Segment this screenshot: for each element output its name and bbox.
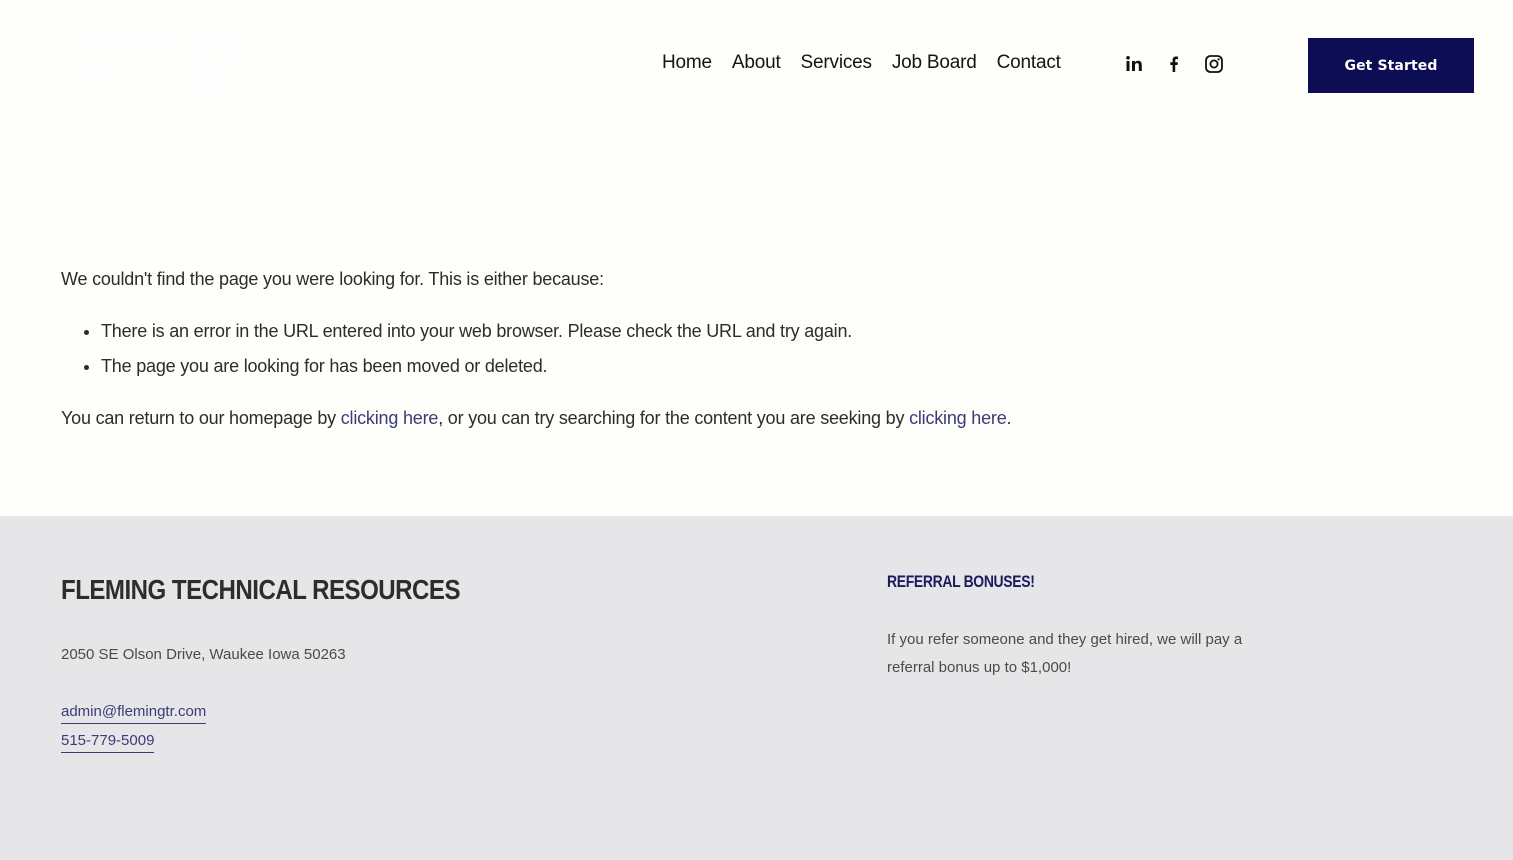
homepage-link[interactable]: clicking here bbox=[341, 408, 439, 428]
instagram-icon bbox=[1205, 55, 1223, 73]
get-started-button[interactable]: Get Started bbox=[1308, 38, 1474, 93]
referral-text: If you refer someone and they get hired,… bbox=[887, 631, 1243, 676]
referral-title: REFERRAL BONUSES! bbox=[887, 572, 1035, 591]
return-prefix: You can return to our homepage by bbox=[61, 408, 341, 428]
phone-link[interactable]: 515-779-5009 bbox=[61, 732, 155, 753]
site-header: Home About Services Job Board Contact Ge… bbox=[0, 0, 1513, 130]
not-found-content: We couldn't find the page you were looki… bbox=[61, 265, 1161, 432]
nav-contact[interactable]: Contact bbox=[997, 52, 1061, 74]
linkedin-icon bbox=[1126, 56, 1142, 71]
facebook-icon bbox=[1170, 56, 1178, 72]
main-nav: Home About Services Job Board Contact bbox=[662, 52, 1061, 74]
email-link[interactable]: admin@flemingtr.com bbox=[61, 703, 207, 724]
site-footer: FLEMING TECHNICAL RESOURCES 2050 SE Olso… bbox=[0, 516, 1513, 860]
nav-home[interactable]: Home bbox=[662, 52, 712, 74]
reason-list: There is an error in the URL entered int… bbox=[101, 317, 1161, 380]
search-link[interactable]: clicking here bbox=[909, 408, 1007, 428]
nav-about[interactable]: About bbox=[732, 52, 781, 74]
footer-address: 2050 SE Olson Drive, Waukee Iowa 50263 bbox=[61, 646, 346, 663]
linkedin-link[interactable] bbox=[1124, 54, 1144, 74]
site-logo[interactable] bbox=[62, 14, 252, 114]
nav-job-board[interactable]: Job Board bbox=[892, 52, 977, 74]
intro-text: We couldn't find the page you were looki… bbox=[61, 269, 604, 289]
nav-services[interactable]: Services bbox=[801, 52, 872, 74]
return-text: You can return to our homepage by clicki… bbox=[61, 404, 1161, 432]
list-item: The page you are looking for has been mo… bbox=[101, 352, 1161, 380]
return-suffix: . bbox=[1006, 408, 1012, 428]
list-item: There is an error in the URL entered int… bbox=[101, 317, 1161, 345]
social-links bbox=[1124, 54, 1224, 74]
instagram-link[interactable] bbox=[1204, 54, 1224, 74]
footer-brand: FLEMING TECHNICAL RESOURCES bbox=[61, 574, 461, 605]
facebook-link[interactable] bbox=[1164, 54, 1184, 74]
return-middle: , or you can try searching for the conte… bbox=[438, 408, 910, 428]
logo-mark bbox=[72, 36, 236, 100]
